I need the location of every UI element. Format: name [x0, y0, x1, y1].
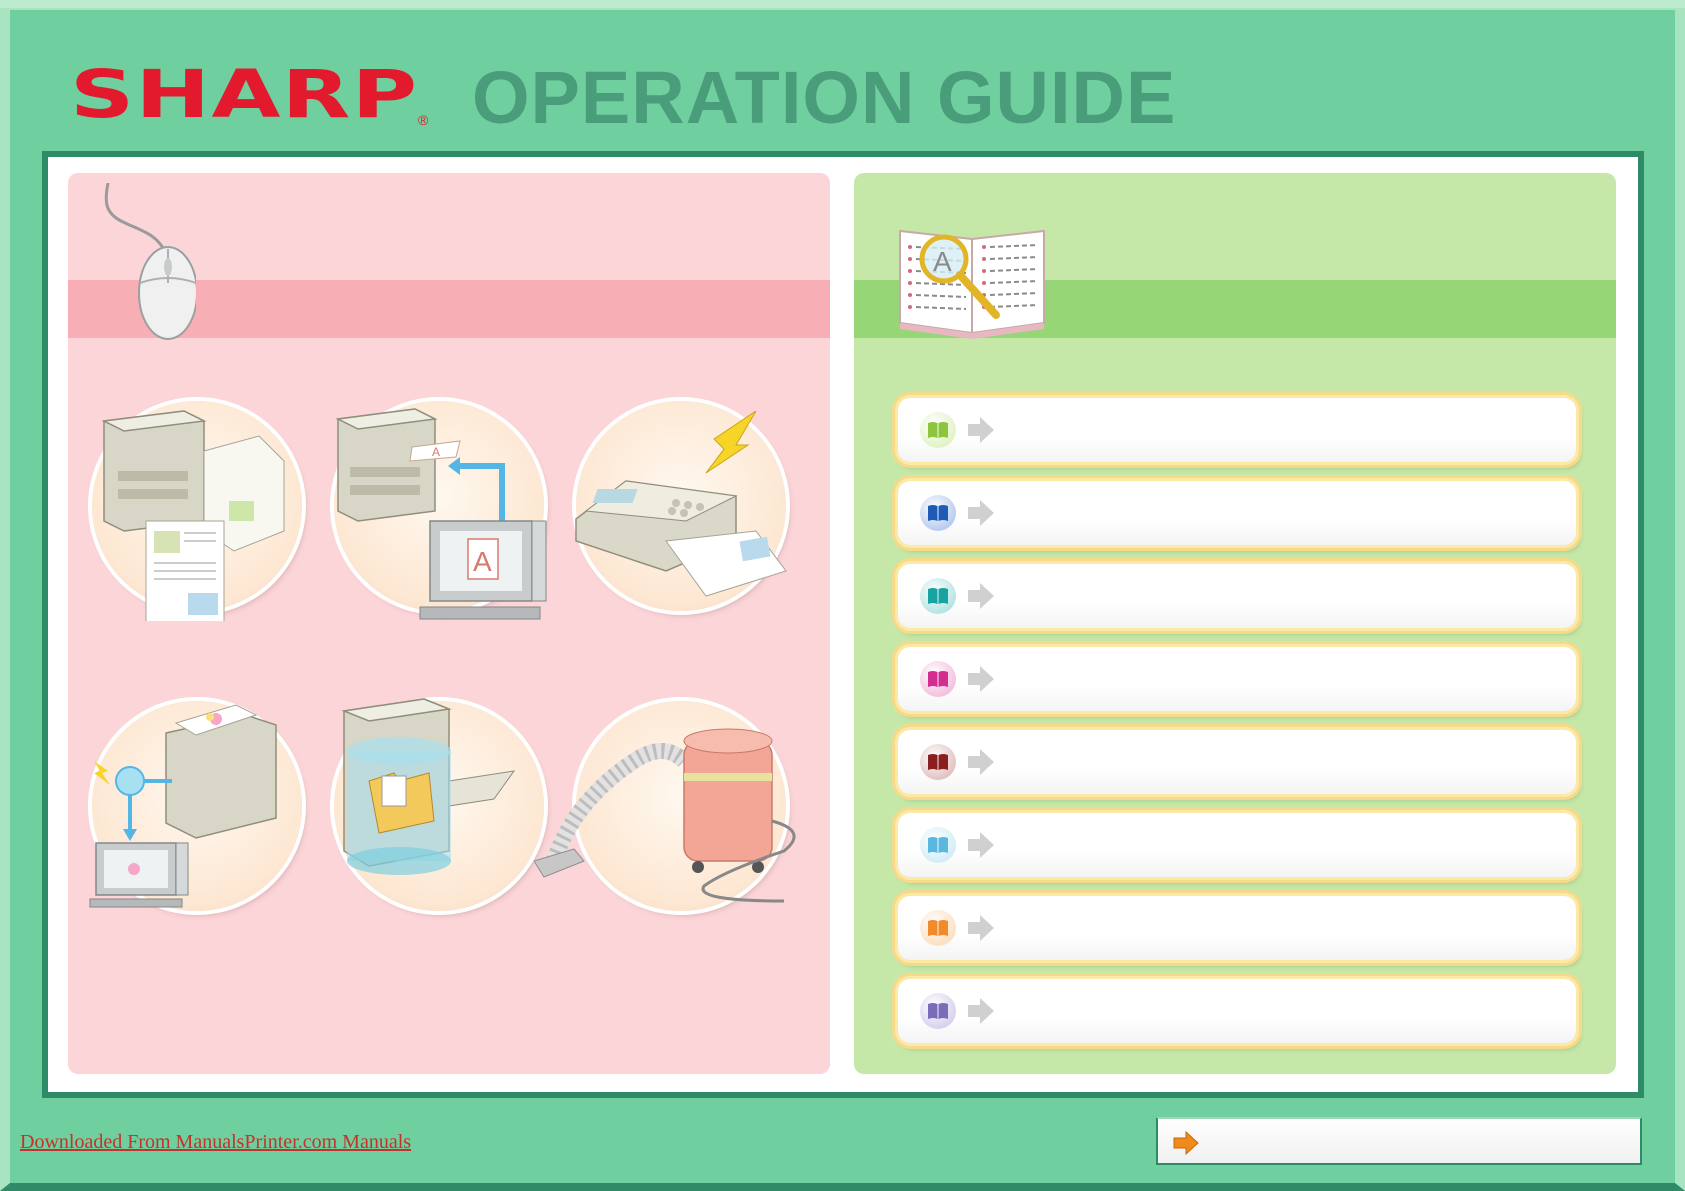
maintenance-icon — [534, 728, 796, 903]
svg-text:A: A — [473, 546, 492, 577]
feature-scanner[interactable] — [89, 701, 302, 911]
document-filing-icon — [341, 698, 516, 875]
arrow-right-icon — [968, 832, 994, 858]
book-icon — [920, 827, 956, 863]
book-icon — [920, 578, 956, 614]
manual-button-5[interactable] — [898, 730, 1576, 794]
feature-maintenance[interactable] — [534, 701, 796, 911]
book-icon — [920, 495, 956, 531]
arrow-right-icon — [968, 749, 994, 775]
book-magnifier-icon: A — [899, 229, 1045, 339]
frame-highlight — [0, 0, 1685, 8]
fax-icon — [575, 411, 787, 597]
page-title: OPERATION GUIDE — [472, 56, 1177, 139]
feature-printer[interactable]: A A — [334, 401, 547, 620]
footer-button[interactable] — [1156, 1117, 1642, 1165]
scanner-icon — [89, 704, 277, 908]
arrow-right-icon — [968, 666, 994, 692]
printer-icon: A A — [335, 408, 547, 620]
book-icon — [920, 412, 956, 448]
sharp-logo: SHARP — [70, 56, 419, 133]
book-icon — [920, 910, 956, 946]
registered-mark: ® — [418, 112, 429, 128]
arrow-right-icon — [968, 500, 994, 526]
arrow-right-icon — [968, 583, 994, 609]
feature-copier[interactable] — [92, 401, 302, 621]
manual-button-2[interactable] — [898, 481, 1576, 545]
functions-panel: A A — [68, 173, 830, 1074]
feature-fax[interactable] — [575, 401, 787, 611]
book-icon — [920, 661, 956, 697]
mouse-icon — [104, 183, 196, 340]
manual-button-1[interactable] — [898, 398, 1576, 462]
manual-button-8[interactable] — [898, 979, 1576, 1043]
svg-text:A: A — [432, 445, 440, 459]
copier-icon — [101, 410, 285, 621]
download-source-link[interactable]: Downloaded From ManualsPrinter.com Manua… — [20, 1131, 411, 1154]
arrow-right-icon — [968, 998, 994, 1024]
feature-document-filing[interactable] — [334, 698, 544, 911]
book-icon — [920, 993, 956, 1029]
arrow-right-icon — [968, 915, 994, 941]
arrow-right-icon — [968, 417, 994, 443]
manual-button-6[interactable] — [898, 813, 1576, 877]
book-icon — [920, 744, 956, 780]
manual-button-7[interactable] — [898, 896, 1576, 960]
manual-button-4[interactable] — [898, 647, 1576, 711]
svg-text:A: A — [933, 246, 952, 277]
orange-arrow-icon — [1173, 1131, 1199, 1155]
manual-button-3[interactable] — [898, 564, 1576, 628]
